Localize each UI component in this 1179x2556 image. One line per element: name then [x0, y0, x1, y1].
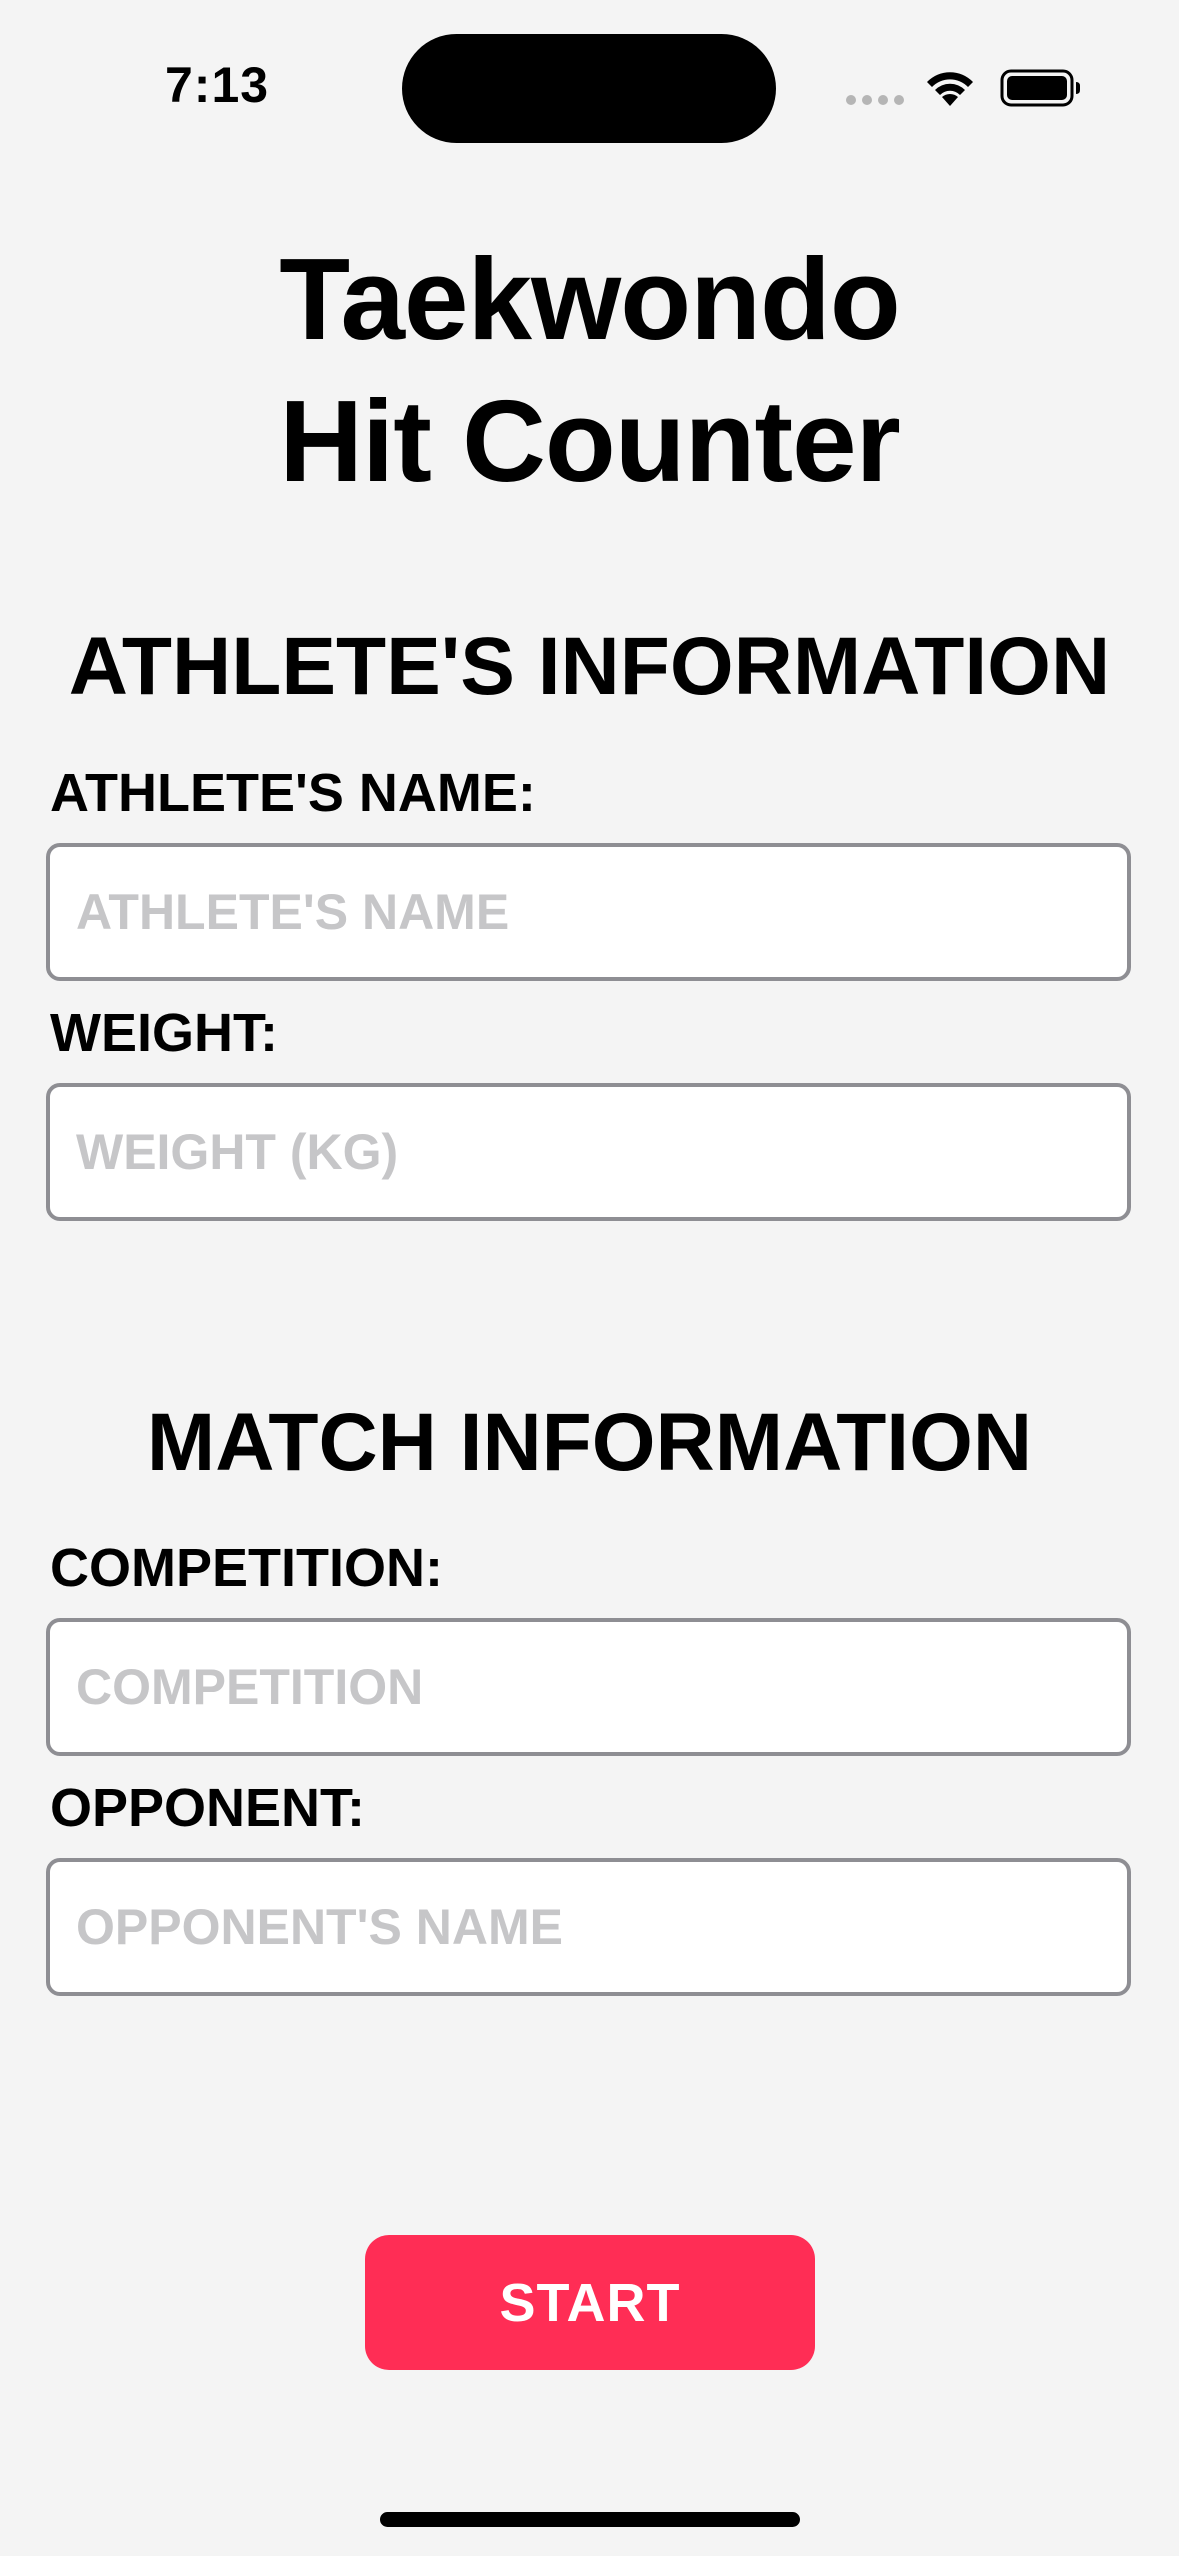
athlete-name-label: ATHLETE'S NAME:	[50, 763, 536, 823]
signal-dots-icon	[846, 95, 904, 105]
opponent-input[interactable]	[46, 1858, 1131, 1996]
competition-label: COMPETITION:	[50, 1538, 443, 1598]
wifi-icon	[927, 72, 973, 106]
weight-input[interactable]	[46, 1083, 1131, 1221]
dynamic-island	[402, 34, 776, 143]
home-indicator	[380, 2512, 800, 2527]
weight-label: WEIGHT:	[50, 1003, 278, 1063]
battery-icon	[1000, 69, 1080, 107]
page-title-line2: Hit Counter	[279, 376, 901, 506]
competition-input[interactable]	[46, 1618, 1131, 1756]
page-title: Taekwondo Hit Counter	[0, 228, 1179, 512]
start-button[interactable]: START	[365, 2235, 815, 2370]
athlete-section-heading: ATHLETE'S INFORMATION	[68, 621, 1111, 712]
page-title-line1: Taekwondo	[279, 234, 900, 364]
status-time: 7:13	[165, 57, 270, 113]
athlete-name-input[interactable]	[46, 843, 1131, 981]
opponent-label: OPPONENT:	[50, 1778, 366, 1838]
status-bar: 7:13	[0, 0, 1179, 160]
match-section-heading: MATCH INFORMATION	[146, 1397, 1033, 1488]
